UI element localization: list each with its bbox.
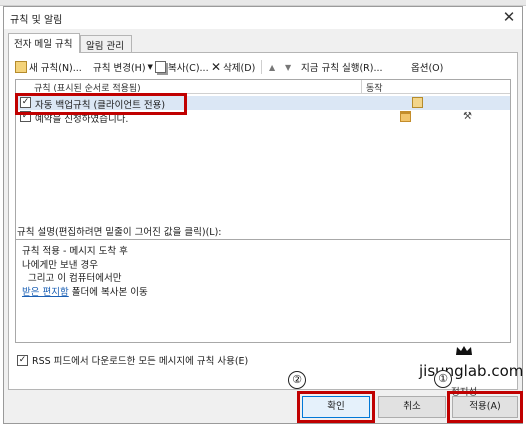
- options-button[interactable]: 옵션(O): [411, 59, 443, 75]
- rss-option-row[interactable]: ✓ RSS 피드에서 다운로드한 모든 메시지에 규칙 사용(E): [17, 353, 248, 367]
- title-bar: 규칙 및 알림 ✕: [4, 7, 522, 29]
- options-label: 옵션(O): [411, 63, 444, 74]
- delete-rule-button[interactable]: ✕ 삭제(D): [211, 59, 255, 75]
- new-rule-icon: [15, 61, 27, 73]
- rules-toolbar: 새 규칙(N)... 규칙 변경(H) ▼ 복사(C)... ✕ 삭제(D) ▲…: [13, 57, 513, 77]
- arrow-down-icon: ▼: [285, 62, 292, 72]
- column-header-rule[interactable]: 규칙 (표시된 순서로 적용됨): [16, 80, 362, 94]
- arrow-up-icon: ▲: [269, 62, 276, 72]
- crown-icon: [456, 346, 472, 355]
- step-marker-1: ①: [434, 370, 452, 388]
- rss-option-label: RSS 피드에서 다운로드한 모든 메시지에 규칙 사용(E): [32, 356, 249, 367]
- description-line: 그리고 이 컴퓨터에서만: [28, 273, 122, 284]
- toolbar-separator: [261, 60, 262, 74]
- rule-description-label: 규칙 설명(편집하려면 밑줄이 그어진 값을 클릭)(L):: [17, 227, 222, 238]
- description-line: 나에게만 보낸 경우: [22, 259, 98, 271]
- email-rules-panel: 새 규칙(N)... 규칙 변경(H) ▼ 복사(C)... ✕ 삭제(D) ▲…: [8, 52, 518, 390]
- tab-manage-alerts[interactable]: 알림 관리: [80, 35, 132, 52]
- change-rule-button[interactable]: 규칙 변경(H) ▼: [93, 59, 153, 75]
- tab-email-rules[interactable]: 전자 메일 규칙: [8, 33, 80, 53]
- copy-rule-button[interactable]: 복사(C)...: [155, 59, 209, 75]
- cancel-button[interactable]: 취소: [378, 396, 446, 418]
- delete-label: 삭제(D): [223, 63, 256, 74]
- run-rules-now-button[interactable]: 지금 규칙 실행(R)...: [301, 59, 383, 75]
- description-line: 규칙 적용 - 메시지 도착 후: [22, 246, 128, 257]
- change-rule-label: 규칙 변경(H): [93, 63, 146, 74]
- wrench-icon: ⚒: [463, 111, 472, 122]
- move-to-folder-icon: [412, 97, 423, 108]
- inbox-folder-link[interactable]: 받은 편지함: [22, 287, 69, 298]
- dialog-title: 규칙 및 알림: [10, 15, 63, 26]
- step-marker-2: ②: [288, 371, 306, 389]
- ok-button[interactable]: 확인: [302, 396, 370, 418]
- chevron-down-icon: ▼: [147, 63, 153, 71]
- rule-description-box: 규칙 적용 - 메시지 도착 후 나에게만 보낸 경우 그리고 이 컴퓨터에서만…: [15, 239, 511, 343]
- column-header-actions[interactable]: 동작: [362, 80, 510, 94]
- move-up-button[interactable]: ▲: [269, 59, 277, 75]
- copy-label: 복사(C)...: [168, 63, 209, 74]
- rss-checkbox[interactable]: ✓: [17, 354, 28, 366]
- description-line-with-link: 받은 편지함 폴더에 복사본 이동: [22, 284, 504, 298]
- move-down-button[interactable]: ▼: [285, 59, 293, 75]
- copy-icon: [155, 61, 166, 73]
- new-rule-button[interactable]: 새 규칙(N)...: [15, 59, 82, 75]
- rules-and-alerts-dialog: 규칙 및 알림 ✕ 전자 메일 규칙 알림 관리 새 규칙(N)... 규칙 변…: [3, 6, 523, 424]
- folder-icon: [400, 111, 411, 122]
- new-rule-label: 새 규칙(N)...: [29, 63, 82, 74]
- highlight-box-rule: [15, 93, 187, 115]
- delete-x-icon: ✕: [211, 60, 222, 74]
- close-icon[interactable]: ✕: [499, 8, 519, 27]
- apply-button[interactable]: 적용(A): [452, 396, 518, 418]
- description-line-suffix: 폴더에 복사본 이동: [71, 286, 148, 298]
- run-rules-label: 지금 규칙 실행(R)...: [301, 63, 383, 74]
